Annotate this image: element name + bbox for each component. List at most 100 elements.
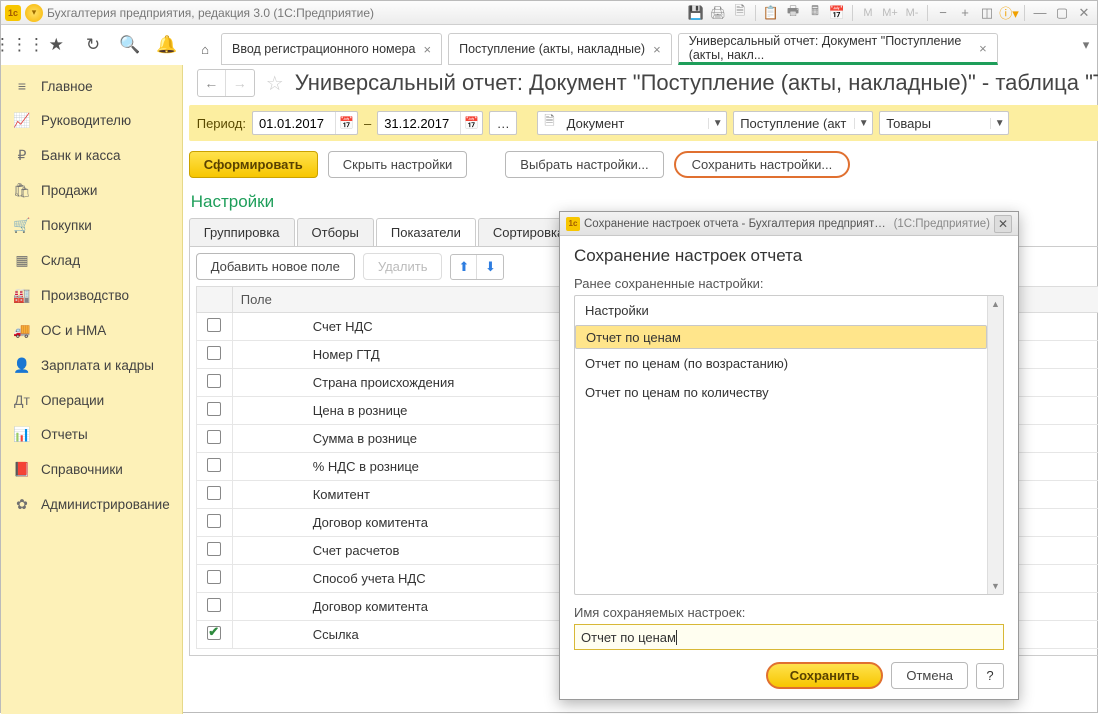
- sidebar-item[interactable]: 🛍Продажи: [1, 173, 182, 208]
- doc-tab-3[interactable]: Универсальный отчет: Документ "Поступлен…: [678, 33, 998, 65]
- close-icon[interactable]: ×: [979, 41, 987, 56]
- tabs-overflow-button[interactable]: ▾: [1075, 25, 1097, 65]
- date-to-field[interactable]: 📅: [377, 111, 483, 135]
- checkbox[interactable]: [207, 346, 221, 360]
- calc-icon[interactable]: 🖩: [806, 4, 824, 22]
- save-name-value: Отчет по ценам: [581, 630, 676, 645]
- sidebar-item[interactable]: ДтОперации: [1, 383, 182, 417]
- source-type-select[interactable]: 🗎 Документ ▼: [537, 111, 727, 135]
- tab-grouping[interactable]: Группировка: [189, 218, 295, 246]
- sidebar-item[interactable]: ₽Банк и касса: [1, 138, 182, 173]
- sidebar-item[interactable]: 🛒Покупки: [1, 208, 182, 243]
- sidebar-item[interactable]: ▦Склад: [1, 243, 182, 278]
- scroll-down-icon[interactable]: ▼: [988, 578, 1003, 594]
- date-from-field[interactable]: 📅: [252, 111, 358, 135]
- home-icon[interactable]: ⌂: [189, 33, 221, 65]
- info-icon[interactable]: ⓘ▾: [1000, 4, 1018, 22]
- list-item[interactable]: Отчет по ценам: [575, 325, 987, 349]
- window-minimize-button[interactable]: —: [1031, 4, 1049, 22]
- period-dash: –: [364, 116, 371, 131]
- save-name-field[interactable]: Отчет по ценам: [574, 624, 1004, 650]
- checkbox[interactable]: [207, 374, 221, 388]
- forward-button[interactable]: →: [226, 70, 254, 96]
- bell-icon[interactable]: 🔔: [153, 31, 181, 59]
- doc-tab-2[interactable]: Поступление (акты, накладные) ×: [448, 33, 672, 65]
- checkbox[interactable]: [207, 402, 221, 416]
- dialog-cancel-button[interactable]: Отмена: [891, 662, 968, 689]
- table-select[interactable]: Товары ▼: [879, 111, 1009, 135]
- checkbox[interactable]: [207, 542, 221, 556]
- star-icon[interactable]: ★: [42, 31, 70, 59]
- history-icon[interactable]: ↻: [79, 31, 107, 59]
- printer2-icon[interactable]: 🖶: [784, 4, 802, 22]
- date-from-input[interactable]: [253, 112, 335, 134]
- chevron-down-icon[interactable]: ▼: [990, 118, 1008, 129]
- sidebar-item[interactable]: 📊Отчеты: [1, 417, 182, 452]
- sidebar-item[interactable]: 👤Зарплата и кадры: [1, 348, 182, 383]
- dialog-save-button[interactable]: Сохранить: [766, 662, 884, 689]
- checkbox[interactable]: [207, 598, 221, 612]
- apps-icon[interactable]: ⋮⋮⋮: [5, 31, 33, 59]
- tab-filters[interactable]: Отборы: [297, 218, 374, 246]
- sidebar-item[interactable]: 📕Справочники: [1, 452, 182, 487]
- page-title: Универсальный отчет: Документ "Поступлен…: [295, 70, 1098, 96]
- move-down-button[interactable]: ⬇: [477, 255, 503, 279]
- save-icon[interactable]: 💾: [687, 4, 705, 22]
- move-up-button[interactable]: ⬆: [451, 255, 477, 279]
- nav-icon: 📊: [13, 426, 31, 443]
- dialog-help-button[interactable]: ?: [976, 663, 1004, 689]
- document-select[interactable]: Поступление (акт ▼: [733, 111, 873, 135]
- checkbox[interactable]: [207, 318, 221, 332]
- save-settings-button[interactable]: Сохранить настройки...: [674, 151, 851, 178]
- checkbox[interactable]: [207, 458, 221, 472]
- mem-m-button[interactable]: M: [859, 4, 877, 22]
- zoom-in-icon[interactable]: +: [956, 4, 974, 22]
- sidebar-item[interactable]: 🏭Производство: [1, 278, 182, 313]
- sidebar-item[interactable]: ≡Главное: [1, 69, 182, 103]
- sidebar-item[interactable]: ✿Администрирование: [1, 487, 182, 522]
- panels-icon[interactable]: ◫: [978, 4, 996, 22]
- dialog-header: Сохранение настроек отчета: [574, 246, 1004, 266]
- generate-button[interactable]: Сформировать: [189, 151, 318, 178]
- checkbox[interactable]: [207, 514, 221, 528]
- pick-settings-button[interactable]: Выбрать настройки...: [505, 151, 663, 178]
- back-button[interactable]: ←: [198, 70, 226, 96]
- clipboard-icon[interactable]: 📋: [762, 4, 780, 22]
- chevron-down-icon[interactable]: ▼: [854, 118, 872, 129]
- add-field-button[interactable]: Добавить новое поле: [196, 253, 355, 280]
- list-item[interactable]: Отчет по ценам (по возрастанию): [575, 349, 987, 378]
- calendar-icon[interactable]: 📅: [828, 4, 846, 22]
- window-maximize-button[interactable]: ▢: [1053, 4, 1071, 22]
- tab-indicators[interactable]: Показатели: [376, 218, 476, 246]
- preview-icon[interactable]: 🗎: [731, 4, 749, 22]
- date-to-input[interactable]: [378, 112, 460, 134]
- close-icon[interactable]: ×: [423, 42, 431, 57]
- period-picker-button[interactable]: …: [489, 111, 517, 135]
- app-menu-dropdown[interactable]: ▾: [25, 4, 43, 22]
- mem-mplus-button[interactable]: M+: [881, 4, 899, 22]
- scroll-up-icon[interactable]: ▲: [988, 296, 1003, 312]
- zoom-out-icon[interactable]: −: [934, 4, 952, 22]
- checkbox[interactable]: [207, 626, 221, 640]
- list-item[interactable]: Настройки: [575, 296, 987, 325]
- print-icon[interactable]: 🖨: [709, 4, 727, 22]
- sidebar-item[interactable]: 🚚ОС и НМА: [1, 313, 182, 348]
- doc-tab-1[interactable]: Ввод регистрационного номера ×: [221, 33, 442, 65]
- list-item[interactable]: Отчет по ценам по количеству: [575, 378, 987, 407]
- mem-mminus-button[interactable]: M-: [903, 4, 921, 22]
- sidebar-item[interactable]: 📈Руководителю: [1, 103, 182, 138]
- search-icon[interactable]: 🔍: [116, 31, 144, 59]
- checkbox[interactable]: [207, 570, 221, 584]
- chevron-down-icon[interactable]: ▼: [708, 118, 726, 129]
- dialog-close-button[interactable]: ✕: [994, 215, 1012, 233]
- period-label: Период:: [197, 116, 246, 131]
- close-icon[interactable]: ×: [653, 42, 661, 57]
- checkbox[interactable]: [207, 430, 221, 444]
- window-close-button[interactable]: ✕: [1075, 4, 1093, 22]
- calendar-icon[interactable]: 📅: [460, 112, 482, 134]
- favorite-star-icon[interactable]: ☆: [261, 70, 289, 96]
- checkbox[interactable]: [207, 486, 221, 500]
- hide-settings-button[interactable]: Скрыть настройки: [328, 151, 468, 178]
- calendar-icon[interactable]: 📅: [335, 112, 357, 134]
- scrollbar[interactable]: ▲ ▼: [987, 296, 1003, 594]
